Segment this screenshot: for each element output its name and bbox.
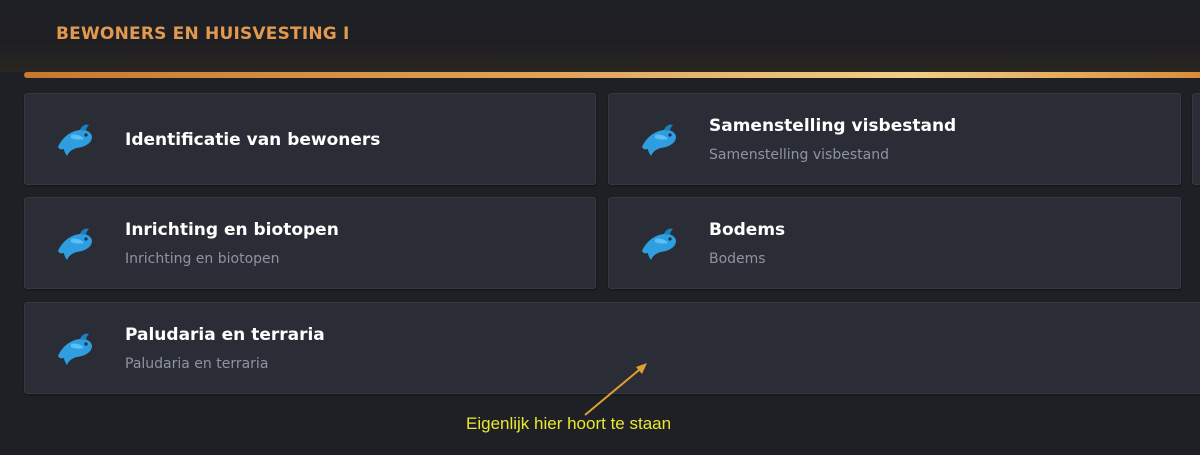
card-title[interactable]: Identificatie van bewoners xyxy=(125,130,380,150)
card-title[interactable]: Samenstelling visbestand xyxy=(709,116,956,136)
forum-card-partial[interactable] xyxy=(1192,93,1200,185)
fish-icon xyxy=(639,227,679,261)
annotation-arrow xyxy=(584,363,647,416)
card-title[interactable]: Inrichting en biotopen xyxy=(125,220,339,240)
fish-icon xyxy=(55,123,95,157)
fish-icon xyxy=(639,123,679,157)
forum-card-inrichting-en-biotopen[interactable]: Inrichting en biotopen Inrichting en bio… xyxy=(24,197,596,289)
card-subtitle: Inrichting en biotopen xyxy=(125,251,280,267)
card-subtitle: Samenstelling visbestand xyxy=(709,147,889,163)
accent-divider xyxy=(24,72,1200,78)
card-title[interactable]: Bodems xyxy=(709,220,785,240)
card-subtitle: Bodems xyxy=(709,251,766,267)
forum-card-identificatie-van-bewoners[interactable]: Identificatie van bewoners xyxy=(24,93,596,185)
header-bar: BEWONERS EN HUISVESTING I xyxy=(0,0,1200,72)
forum-card-bodems[interactable]: Bodems Bodems xyxy=(608,197,1181,289)
card-title[interactable]: Paludaria en terraria xyxy=(125,325,325,345)
card-subtitle: Paludaria en terraria xyxy=(125,356,269,372)
fish-icon xyxy=(55,227,95,261)
annotation-text: Eigenlijk hier hoort te staan xyxy=(466,414,672,433)
fish-icon xyxy=(55,332,95,366)
section-title: BEWONERS EN HUISVESTING I xyxy=(56,24,350,44)
forum-card-samenstelling-visbestand[interactable]: Samenstelling visbestand Samenstelling v… xyxy=(608,93,1181,185)
